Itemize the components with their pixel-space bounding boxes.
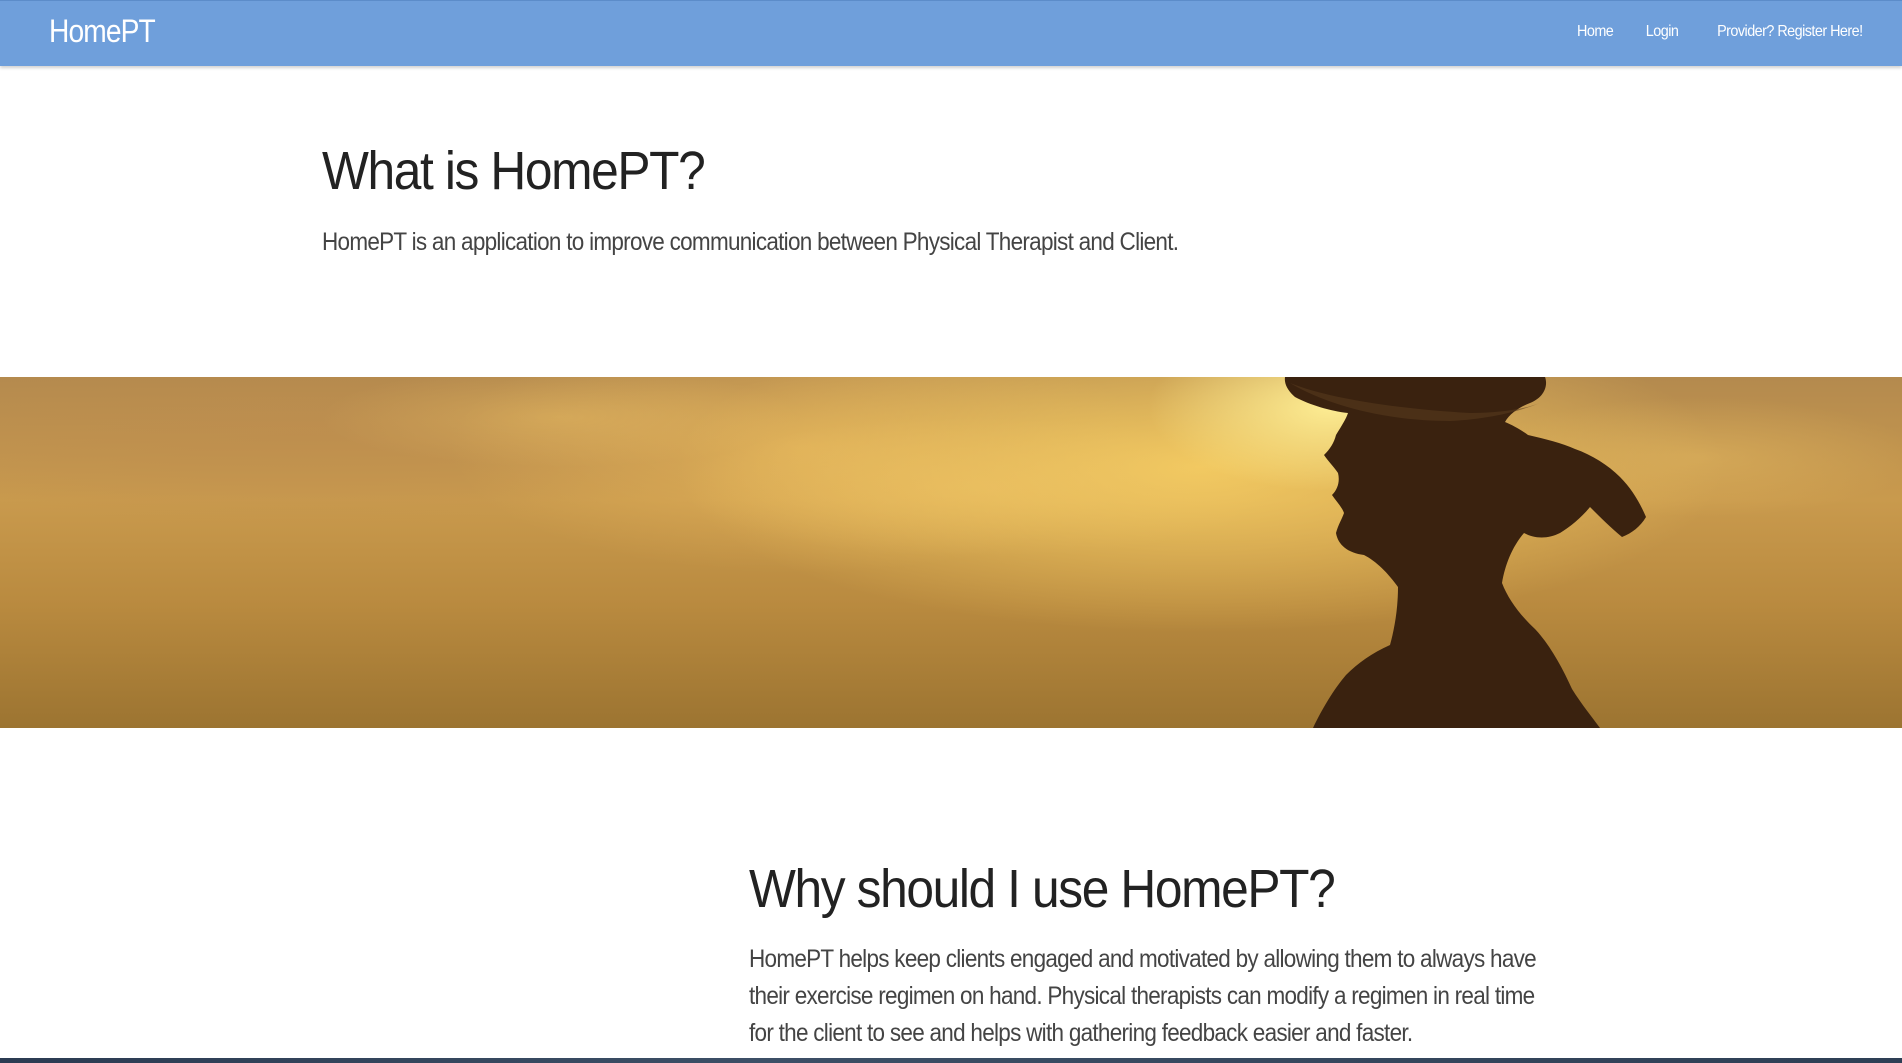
what-is-heading: What is HomePT? <box>322 141 706 201</box>
nav-register-link[interactable]: Provider? Register Here! <box>1717 23 1863 41</box>
runner-silhouette-icon <box>320 377 1902 728</box>
top-navbar: HomePT Home Login Provider? Register Her… <box>0 0 1902 66</box>
sunset-banner-image <box>0 377 1902 728</box>
brand-logo-link[interactable]: HomePT <box>49 13 156 50</box>
nav-links: Home Login Provider? Register Here! <box>1575 23 1871 41</box>
why-use-heading: Why should I use HomePT? <box>749 859 1336 919</box>
what-is-description: HomePT is an application to improve comm… <box>322 228 1179 256</box>
why-use-description: HomePT helps keep clients engaged and mo… <box>749 945 1537 1047</box>
os-taskbar-edge <box>0 1058 1902 1063</box>
nav-home-link[interactable]: Home <box>1577 23 1614 41</box>
nav-login-link[interactable]: Login <box>1646 23 1679 41</box>
